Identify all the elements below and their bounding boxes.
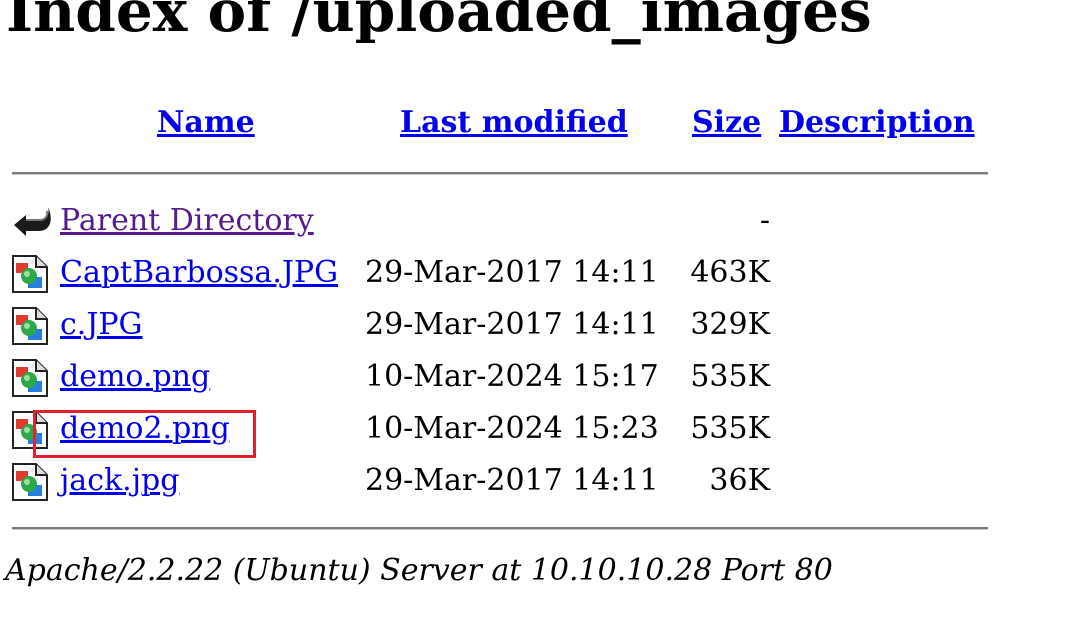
file-size: 329K <box>690 307 770 342</box>
file-size: 535K <box>690 359 770 394</box>
modified-date: 10-Mar-2024 15:17 <box>365 359 659 394</box>
file-row: demo.png 10-Mar-2024 15:17 535K <box>0 356 1000 400</box>
file-row: c.JPG 29-Mar-2017 14:11 329K <box>0 304 1000 348</box>
sort-by-last-modified-link[interactable]: Last modified <box>400 108 628 138</box>
footer-divider <box>12 527 988 530</box>
file-row: demo2.png 10-Mar-2024 15:23 535K <box>0 408 1000 452</box>
modified-date: 29-Mar-2017 14:11 <box>365 255 659 290</box>
file-size: 463K <box>690 255 770 290</box>
file-link[interactable]: jack.jpg <box>60 466 179 496</box>
parent-directory-row: Parent Directory - <box>0 200 1000 244</box>
file-size: 36K <box>709 463 770 498</box>
sort-by-name-link[interactable]: Name <box>157 108 255 138</box>
parent-size: - <box>759 203 770 238</box>
file-link[interactable]: demo.png <box>60 362 210 392</box>
image-file-icon <box>12 359 48 397</box>
file-link[interactable]: demo2.png <box>60 414 230 444</box>
image-file-icon <box>12 307 48 345</box>
image-file-icon <box>12 255 48 293</box>
file-link[interactable]: CaptBarbossa.JPG <box>60 258 338 288</box>
server-signature: Apache/2.2.22 (Ubuntu) Server at 10.10.1… <box>5 553 833 588</box>
directory-listing-page: Index of /uploaded_images Name Last modi… <box>0 0 1091 626</box>
modified-date: 29-Mar-2017 14:11 <box>365 463 659 498</box>
image-file-icon <box>12 411 48 449</box>
sort-by-description-link[interactable]: Description <box>779 108 975 138</box>
file-row: jack.jpg 29-Mar-2017 14:11 36K <box>0 460 1000 504</box>
modified-date: 10-Mar-2024 15:23 <box>365 411 659 446</box>
file-size: 535K <box>690 411 770 446</box>
modified-date: 29-Mar-2017 14:11 <box>365 307 659 342</box>
image-file-icon <box>12 463 48 501</box>
page-title: Index of /uploaded_images <box>6 0 872 45</box>
file-link[interactable]: c.JPG <box>60 310 143 340</box>
back-arrow-icon <box>12 203 51 241</box>
parent-directory-link[interactable]: Parent Directory <box>60 206 314 236</box>
file-row: CaptBarbossa.JPG 29-Mar-2017 14:11 463K <box>0 252 1000 296</box>
header-divider <box>12 172 988 175</box>
sort-by-size-link[interactable]: Size <box>692 108 761 138</box>
